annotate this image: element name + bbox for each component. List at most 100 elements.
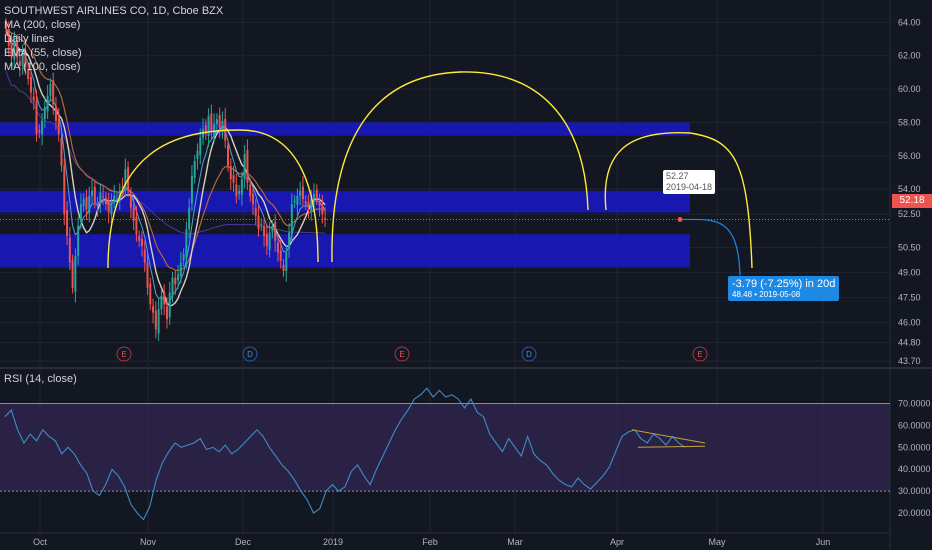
indicator-ma200[interactable]: MA (200, close) bbox=[4, 18, 223, 32]
candle-body bbox=[63, 165, 66, 215]
candle-body bbox=[304, 201, 307, 205]
y-tick-label: 58.00 bbox=[898, 117, 921, 127]
candle-body bbox=[218, 115, 221, 128]
candle-body bbox=[160, 295, 163, 310]
candle-body bbox=[74, 255, 77, 292]
event-marker-label: E bbox=[697, 350, 702, 359]
x-tick-label: Apr bbox=[610, 537, 624, 547]
candle-body bbox=[46, 95, 49, 112]
candle-body bbox=[82, 199, 85, 207]
indicator-ema55[interactable]: EMA (55, close) bbox=[4, 46, 223, 60]
candle-body bbox=[240, 179, 243, 195]
candle-body bbox=[215, 119, 218, 125]
y-tick-label: 64.00 bbox=[898, 17, 921, 27]
y-tick-label: 52.50 bbox=[898, 209, 921, 219]
candle-body bbox=[257, 215, 260, 230]
symbol-title[interactable]: SOUTHWEST AIRLINES CO, 1D, Cboe BZX bbox=[4, 4, 223, 18]
candle-body bbox=[238, 190, 241, 194]
candle-body bbox=[315, 190, 318, 200]
event-marker-label: E bbox=[121, 350, 126, 359]
candle-body bbox=[276, 242, 279, 253]
candle-body bbox=[177, 274, 180, 281]
rsi-y-tick-label: 50.0000 bbox=[898, 442, 931, 452]
candle-body bbox=[165, 306, 168, 320]
candle-body bbox=[263, 226, 266, 236]
rsi-y-tick-label: 20.0000 bbox=[898, 508, 931, 518]
candle-body bbox=[110, 202, 113, 215]
candle-body bbox=[32, 96, 35, 101]
candle-body bbox=[60, 138, 63, 166]
y-tick-label: 46.00 bbox=[898, 318, 921, 328]
candle-body bbox=[113, 195, 116, 201]
candle-body bbox=[91, 190, 94, 196]
candle-body bbox=[268, 232, 271, 250]
candle-body bbox=[143, 249, 146, 263]
candle-body bbox=[182, 254, 185, 261]
candle-body bbox=[54, 106, 57, 121]
x-tick-label: Dec bbox=[235, 537, 252, 547]
chart-legend: SOUTHWEST AIRLINES CO, 1D, Cboe BZX MA (… bbox=[4, 4, 223, 74]
candle-body bbox=[249, 184, 252, 196]
candle-body bbox=[246, 150, 249, 183]
y-tick-label: 47.50 bbox=[898, 293, 921, 303]
candle-body bbox=[163, 291, 166, 305]
candle-body bbox=[210, 113, 213, 131]
candle-body bbox=[271, 225, 274, 233]
candle-body bbox=[296, 195, 299, 205]
candle-body bbox=[285, 252, 288, 271]
candle-body bbox=[227, 144, 229, 166]
indicator-daily-lines[interactable]: Daily lines bbox=[4, 32, 223, 46]
candle-body bbox=[321, 203, 324, 215]
candle-body bbox=[129, 194, 132, 208]
candle-body bbox=[174, 277, 177, 285]
candle-body bbox=[71, 260, 74, 288]
projection-change: -3.79 (-7.25%) in 20d bbox=[732, 278, 836, 290]
candle-body bbox=[99, 192, 102, 204]
candle-body bbox=[199, 137, 202, 155]
x-tick-label: Jun bbox=[816, 537, 831, 547]
x-tick-label: Mar bbox=[507, 537, 523, 547]
y-tick-label: 60.00 bbox=[898, 84, 921, 94]
candle-body bbox=[157, 309, 160, 334]
candle-body bbox=[77, 225, 80, 256]
y-tick-label: 62.00 bbox=[898, 51, 921, 61]
candle-body bbox=[265, 233, 268, 246]
rsi-y-tick-label: 70.0000 bbox=[898, 399, 931, 409]
candle-body bbox=[251, 193, 254, 205]
price-chart[interactable]: Oct Nov Dec 2019 Feb Mar Apr May Jun 64.00 62.00 60… bbox=[0, 0, 932, 550]
candle-body bbox=[138, 236, 141, 241]
candle-body bbox=[229, 165, 232, 180]
candle-body bbox=[193, 160, 196, 178]
candle-body bbox=[188, 207, 191, 230]
y-tick-label: 49.00 bbox=[898, 268, 921, 278]
support-resistance-zone bbox=[0, 122, 690, 136]
projection-label[interactable]: -3.79 (-7.25%) in 20d 48.48 • 2019-05-08 bbox=[728, 276, 840, 301]
candle-body bbox=[282, 264, 285, 271]
candle-body bbox=[185, 229, 188, 259]
y-tick-label: 44.80 bbox=[898, 338, 921, 348]
candle-body bbox=[96, 204, 99, 206]
y-tick-label: 43.70 bbox=[898, 356, 921, 366]
candle-body bbox=[293, 200, 296, 203]
candle-body bbox=[149, 283, 152, 305]
candle-body bbox=[104, 197, 107, 205]
candle-body bbox=[107, 200, 110, 213]
candle-body bbox=[196, 150, 199, 159]
rsi-y-tick-label: 60.0000 bbox=[898, 420, 931, 430]
candle-body bbox=[52, 80, 55, 105]
hover-price: 52.27 bbox=[666, 171, 689, 181]
y-tick-label: 56.00 bbox=[898, 151, 921, 161]
candle-body bbox=[274, 221, 277, 241]
candle-body bbox=[68, 237, 71, 263]
candle-body bbox=[301, 186, 304, 200]
indicator-ma100[interactable]: MA (100, close) bbox=[4, 60, 223, 74]
candle-body bbox=[318, 201, 321, 206]
candle-body bbox=[207, 115, 210, 137]
candle-body bbox=[279, 250, 282, 261]
candle-body bbox=[260, 224, 263, 226]
candle-body bbox=[288, 232, 291, 249]
candle-body bbox=[313, 194, 316, 200]
candle-body bbox=[49, 84, 52, 96]
candle-body bbox=[132, 207, 135, 221]
rsi-title[interactable]: RSI (14, close) bbox=[4, 373, 77, 385]
